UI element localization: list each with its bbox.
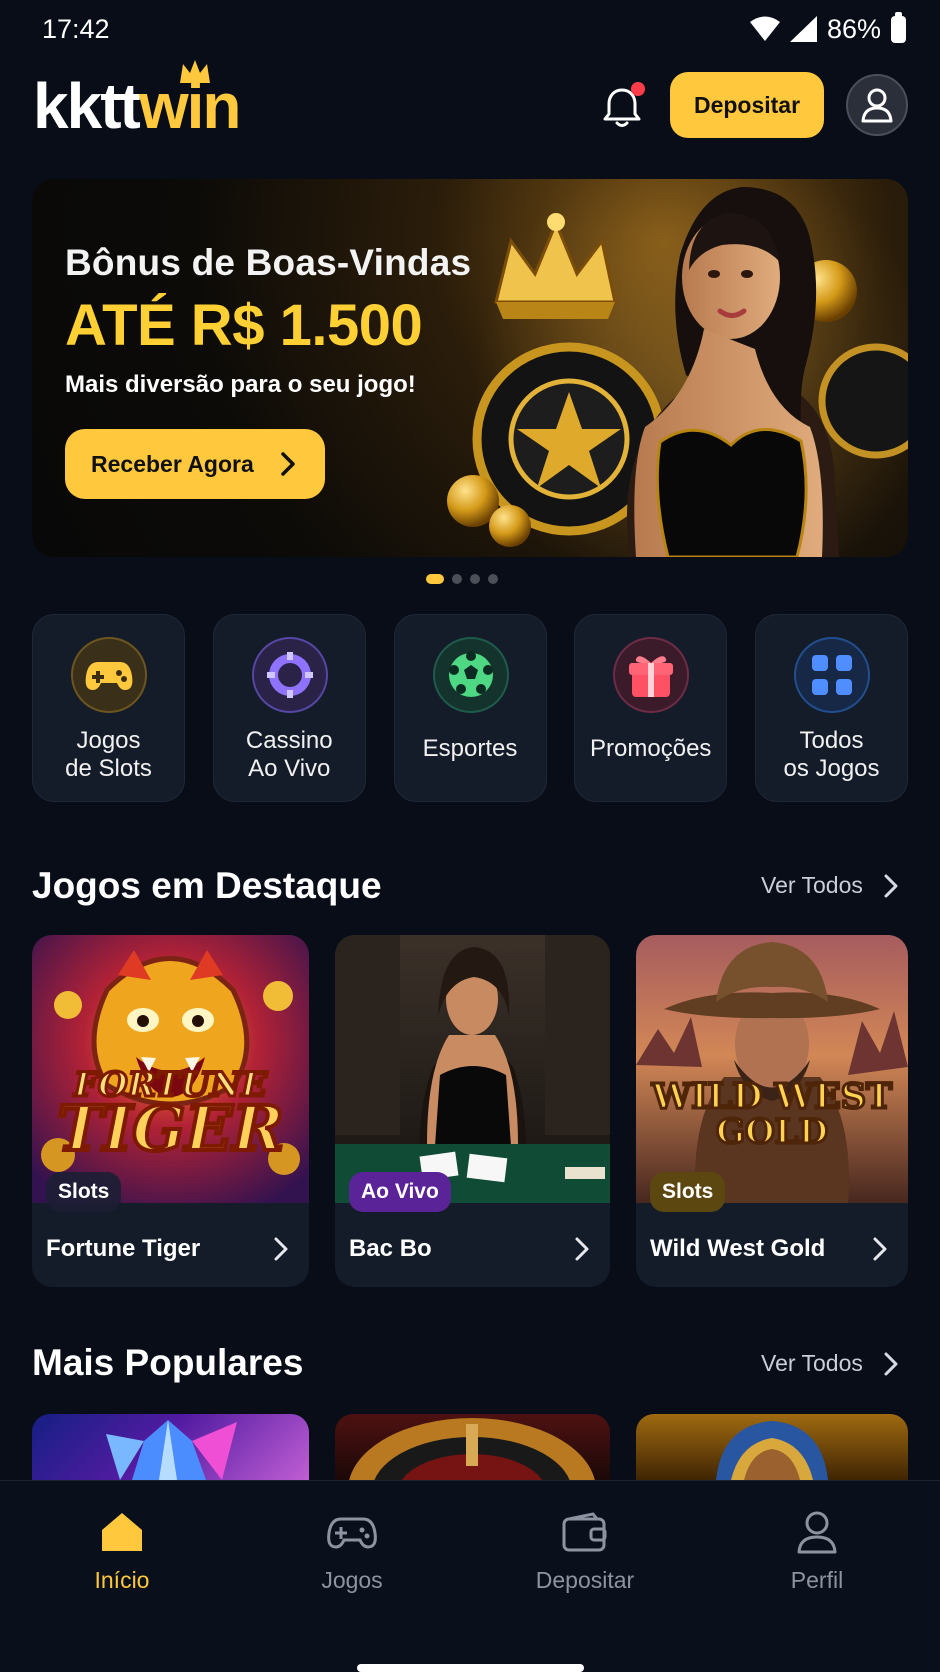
- soccer-ball-icon: [432, 637, 509, 713]
- quick-link-slots[interactable]: Jogos de Slots: [32, 614, 185, 802]
- game-category-badge: Slots: [46, 1172, 122, 1212]
- receive-now-button[interactable]: Receber Agora: [65, 429, 325, 499]
- popular-section-title: Mais Populares: [32, 1342, 304, 1383]
- battery-icon: [891, 11, 906, 43]
- quick-link-label: Cassino Ao Vivo: [245, 727, 333, 782]
- promo-banner[interactable]: Bônus de Boas-Vindas ATÉ R$ 1.500 Mais d…: [32, 179, 908, 557]
- game-category-badge: Slots: [650, 1172, 726, 1212]
- wallet-icon: [560, 1507, 610, 1557]
- quick-link-all-games[interactable]: Todos os Jogos: [755, 614, 908, 802]
- quick-link-label: Jogos de Slots: [65, 727, 152, 782]
- home-indicator[interactable]: [357, 1664, 584, 1672]
- status-bar: 17:42 86%: [0, 0, 940, 58]
- quick-link-live-casino[interactable]: Cassino Ao Vivo: [212, 614, 366, 802]
- popular-game-artwork: [716, 1421, 828, 1480]
- wifi-icon: [749, 16, 780, 41]
- fortune-tiger-artwork: FORTUNE TIGER: [32, 935, 309, 1203]
- battery-percent: 86%: [826, 13, 881, 44]
- banner-title: Bônus de Boas-Vindas: [65, 242, 472, 283]
- quick-link-label: Promoções: [590, 735, 712, 762]
- nav-profile[interactable]: Perfil: [747, 1507, 887, 1594]
- chevron-right-icon: [281, 452, 295, 476]
- logo-text-white: kktt: [33, 70, 141, 142]
- pagination-dot-active[interactable]: [426, 574, 444, 584]
- banner-subtitle: Mais diversão para o seu jogo!: [65, 371, 416, 398]
- nav-label: Perfil: [790, 1567, 844, 1593]
- popular-see-all-link[interactable]: Ver Todos: [761, 1350, 899, 1377]
- home-icon: [97, 1507, 147, 1557]
- game-card-wild-west-gold[interactable]: WILD WEST GOLD Slots Wild West Gold: [636, 935, 908, 1287]
- quick-link-label: Todos os Jogos: [783, 727, 880, 782]
- pagination-dot[interactable]: [488, 574, 498, 584]
- chevron-right-icon: [884, 874, 898, 897]
- chevron-right-icon: [274, 1237, 288, 1261]
- receive-now-label: Receber Agora: [91, 450, 254, 477]
- popular-game-card[interactable]: [32, 1414, 309, 1480]
- casino-chip-icon: [251, 637, 328, 713]
- status-time: 17:42: [42, 13, 110, 44]
- featured-see-all-link[interactable]: Ver Todos: [761, 872, 899, 899]
- nav-home[interactable]: Início: [52, 1507, 192, 1594]
- status-icons: 86%: [749, 11, 906, 45]
- chevron-right-icon: [884, 1352, 898, 1375]
- chevron-right-icon: [575, 1237, 589, 1261]
- wild-west-gold-art-title-top: WILD WEST: [651, 1076, 892, 1117]
- game-card-bac-bo[interactable]: Ao Vivo Bac Bo: [335, 935, 610, 1287]
- nav-games[interactable]: Jogos: [282, 1507, 422, 1594]
- deposit-button[interactable]: Depositar: [670, 72, 824, 138]
- quick-links: Jogos de Slots Cassino Ao Vivo Esportes …: [32, 614, 908, 802]
- banner-pagination: [426, 574, 498, 584]
- gamepad-icon: [71, 637, 147, 713]
- signal-icon: [789, 16, 817, 42]
- popular-game-card[interactable]: [636, 1414, 908, 1480]
- game-category-badge: Ao Vivo: [349, 1172, 451, 1212]
- profile-button[interactable]: [846, 74, 908, 136]
- user-icon: [792, 1507, 842, 1557]
- pagination-dot[interactable]: [452, 574, 462, 584]
- app-header: kkttwin Depositar: [0, 60, 940, 150]
- grid-icon: [794, 637, 870, 713]
- user-icon: [861, 88, 893, 123]
- nav-deposit[interactable]: Depositar: [515, 1507, 655, 1594]
- featured-games-row: FORTUNE TIGER Slots Fortune Tiger Ao Viv…: [32, 935, 908, 1287]
- notification-dot: [631, 82, 645, 96]
- fortune-tiger-art-title-bottom: TIGER: [57, 1092, 284, 1165]
- popular-games-row: [32, 1414, 908, 1480]
- bottom-navigation: Início Jogos Depositar Perfil: [0, 1480, 940, 1672]
- popular-game-card[interactable]: [335, 1414, 610, 1480]
- quick-link-sports[interactable]: Esportes: [393, 614, 547, 802]
- banner-illustration: [447, 187, 908, 557]
- game-card-fortune-tiger[interactable]: FORTUNE TIGER Slots Fortune Tiger: [32, 935, 309, 1287]
- game-title: Bac Bo: [349, 1235, 432, 1262]
- banner-amount: ATÉ R$ 1.500: [65, 293, 423, 358]
- nav-label: Jogos: [321, 1567, 383, 1593]
- quick-link-label: Esportes: [422, 735, 518, 762]
- popular-game-artwork: [106, 1420, 237, 1480]
- crown-icon: [180, 60, 210, 83]
- wild-west-gold-art-title-bottom: GOLD: [716, 1112, 828, 1152]
- featured-section-title: Jogos em Destaque: [32, 865, 382, 906]
- nav-label: Depositar: [535, 1567, 635, 1593]
- gift-icon: [613, 637, 690, 713]
- game-title: Fortune Tiger: [46, 1235, 201, 1262]
- quick-link-promotions[interactable]: Promoções: [574, 614, 728, 802]
- gamepad-icon: [327, 1507, 377, 1557]
- pagination-dot[interactable]: [470, 574, 480, 584]
- popular-game-artwork: [349, 1418, 595, 1480]
- bac-bo-artwork: [335, 935, 610, 1203]
- chevron-right-icon: [873, 1237, 887, 1261]
- nav-label: Início: [94, 1567, 150, 1593]
- game-title: Wild West Gold: [650, 1235, 826, 1262]
- wild-west-gold-artwork: WILD WEST GOLD: [636, 935, 908, 1203]
